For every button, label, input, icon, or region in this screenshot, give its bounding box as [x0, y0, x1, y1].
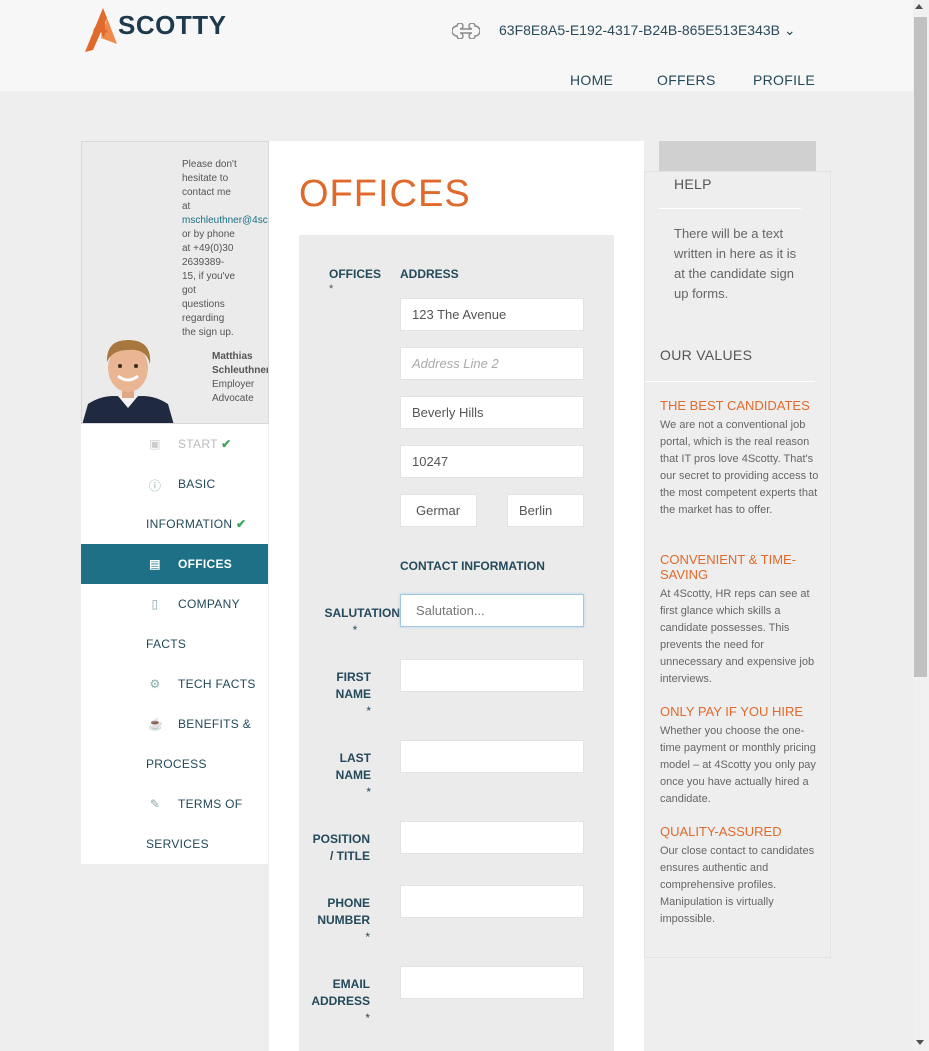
contact-email-link[interactable]: mschleuthner@4scotty.com — [182, 214, 268, 228]
first-name-field[interactable] — [400, 659, 584, 692]
email-field[interactable] — [400, 966, 584, 999]
value-heading: QUALITY-ASSURED — [660, 824, 782, 839]
top-header: 4 SCOTTY 63F8E8A5-E192-4317-B24B-865E513… — [0, 0, 913, 91]
value-text: We are not a conventional job portal, wh… — [660, 419, 819, 516]
phone-label: PHONE NUMBER * — [317, 896, 370, 944]
divider — [645, 381, 815, 382]
phone-icon: ▯ — [151, 597, 159, 611]
pen-icon: ✎ — [149, 797, 161, 811]
values-title: OUR VALUES — [660, 347, 753, 363]
user-id-dropdown[interactable]: 63F8E8A5-E192-4317-B24B-865E513E343B ⌄ — [499, 22, 796, 39]
bone-icon — [452, 23, 480, 39]
gear-icon: ⚙ — [149, 677, 161, 691]
value-heading: THE BEST CANDIDATES — [660, 398, 810, 413]
address-line1-field[interactable]: 123 The Avenue — [400, 298, 584, 331]
offices-form: OFFICES * ADDRESS 123 The Avenue Address… — [299, 235, 614, 1051]
value-text: Our close contact to candidates ensures … — [660, 845, 815, 925]
zip-field[interactable]: 10247 — [400, 445, 584, 478]
last-name-label: LAST NAME * — [335, 751, 371, 799]
contact-section-title: CONTACT INFORMATION — [400, 559, 545, 573]
sidenav-active-bg — [81, 544, 268, 584]
offices-label: OFFICES — [329, 267, 382, 281]
required-mark: * — [329, 283, 334, 295]
check-icon: ✔ — [221, 437, 232, 451]
divider — [659, 208, 801, 209]
state-field[interactable]: Berlin — [507, 494, 584, 527]
last-name-field[interactable] — [400, 740, 584, 773]
nav-profile[interactable]: PROFILE — [753, 72, 815, 88]
nav-home[interactable]: HOME — [570, 72, 613, 88]
building-icon: ▤ — [149, 557, 161, 571]
sidenav: ▣ START ✔ ⓘ BASIC INFORMATION ✔ ▤ OFFICE… — [81, 424, 268, 864]
city-field[interactable]: Beverly Hills — [400, 396, 584, 429]
page-title: OFFICES — [299, 173, 471, 215]
phone-field[interactable] — [400, 885, 584, 918]
help-title: HELP — [674, 176, 712, 192]
address-section-title: ADDRESS — [400, 267, 459, 281]
help-panel: HELP There will be a text written in her… — [644, 171, 831, 958]
salutation-select[interactable]: Salutation... — [400, 594, 584, 627]
logo-text[interactable]: SCOTTY — [118, 10, 226, 41]
svg-text:4: 4 — [93, 12, 108, 42]
country-field[interactable]: Germar — [400, 494, 477, 527]
contact-name: Matthias Schleuthner — [212, 351, 269, 376]
avatar — [82, 332, 174, 423]
email-label: EMAIL ADDRESS * — [311, 977, 370, 1025]
contact-text: Please don't hesitate to contact me at m… — [182, 158, 268, 340]
position-label: POSITION / TITLE — [312, 832, 370, 863]
value-heading: ONLY PAY IF YOU HIRE — [660, 704, 804, 719]
nav-offers[interactable]: OFFERS — [657, 72, 716, 88]
document-icon: ▣ — [149, 437, 161, 451]
chevron-down-icon: ⌄ — [783, 22, 796, 38]
main-panel: OFFICES OFFICES * ADDRESS 123 The Avenue… — [269, 141, 644, 1051]
contact-card: Please don't hesitate to contact me at m… — [81, 141, 269, 424]
scroll-down-icon[interactable] — [916, 1040, 924, 1045]
salutation-label: SALUTATION * — [324, 606, 400, 637]
coffee-icon: ☕ — [148, 717, 164, 731]
value-heading: CONVENIENT & TIME-SAVING — [660, 552, 797, 582]
value-text: Whether you choose the one-time payment … — [660, 725, 816, 805]
address-line2-field[interactable]: Address Line 2 — [400, 347, 584, 380]
check-icon: ✔ — [236, 517, 247, 531]
first-name-label: FIRST NAME * — [335, 670, 371, 718]
info-icon: ⓘ — [148, 479, 162, 493]
scroll-up-icon[interactable] — [915, 4, 923, 9]
position-field[interactable] — [400, 821, 584, 854]
scrollbar-thumb[interactable] — [914, 17, 927, 677]
help-header-bar — [659, 141, 816, 171]
help-text: There will be a text written in here as … — [674, 226, 797, 301]
value-text: At 4Scotty, HR reps can see at first gla… — [660, 588, 815, 685]
contact-role: Employer Advocate — [212, 379, 255, 404]
